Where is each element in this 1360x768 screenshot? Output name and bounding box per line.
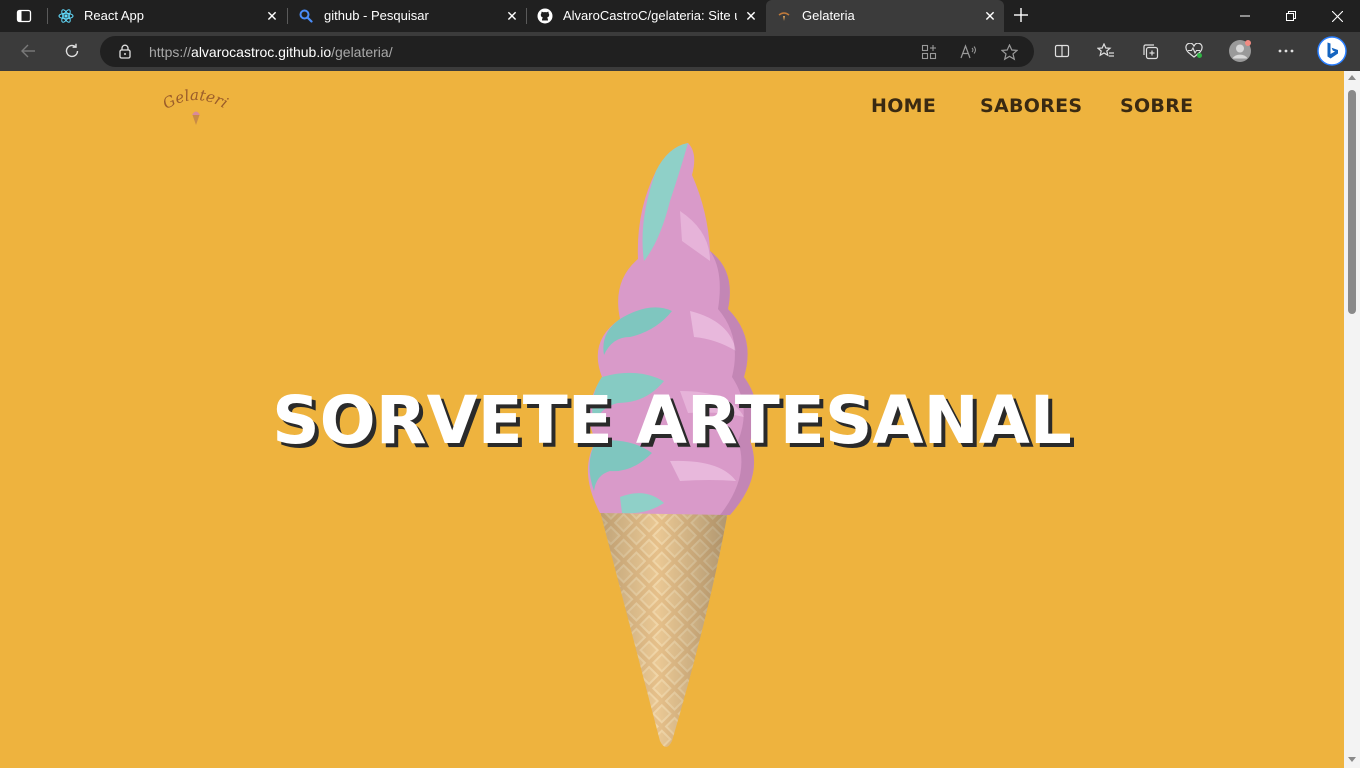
page-viewport: Gelateria HOME SABORES SOBRE [0,71,1344,768]
close-tab-icon[interactable]: ✕ [504,8,520,24]
tab-actions-icon [16,9,32,23]
tab-title: React App [84,8,144,23]
url-host: alvarocastroc.github.io [191,44,332,60]
heart-pulse-icon [1185,43,1203,58]
tab-gelateria[interactable]: Gelateria ✕ [766,0,1004,32]
url-text[interactable]: https://alvarocastroc.github.io/gelateri… [149,44,393,60]
back-button[interactable] [13,37,43,65]
refresh-icon [65,43,79,58]
restore-button[interactable] [1268,0,1314,32]
refresh-button[interactable] [57,37,87,65]
tab-react-app[interactable]: React App ✕ [48,0,286,32]
bing-icon [1317,36,1347,66]
nav-home[interactable]: HOME [871,95,936,117]
read-aloud-icon[interactable] [958,41,980,63]
tab-actions-button[interactable] [8,4,40,28]
scroll-thumb[interactable] [1348,90,1356,314]
plus-icon [1014,8,1028,22]
tab-github-search[interactable]: github - Pesquisar ✕ [288,0,526,32]
github-icon [537,8,553,24]
close-window-button[interactable] [1314,0,1360,32]
minimize-button[interactable] [1222,0,1268,32]
search-icon [298,8,314,24]
minimize-icon [1240,15,1250,17]
page-scrollbar[interactable] [1344,71,1360,768]
scroll-down-arrow-icon[interactable] [1348,757,1356,762]
lock-icon[interactable] [118,44,132,59]
url-prefix: https:// [149,44,192,60]
close-icon [1331,10,1343,22]
restore-icon [1286,11,1296,21]
avatar [1229,40,1251,62]
collections-icon [1142,43,1158,59]
gelateria-logo[interactable]: Gelateria [160,85,232,129]
svg-text:Gelateria: Gelateria [160,85,231,113]
back-arrow-icon [21,44,35,58]
split-screen-icon [1054,44,1070,58]
tab-title: AlvaroCastroC/gelateria: Site usa [563,8,737,23]
address-bar[interactable]: https://alvarocastroc.github.io/gelateri… [100,36,1034,67]
gelateria-logo-image: Gelateria [160,85,231,125]
browser-toolbar: https://alvarocastroc.github.io/gelateri… [0,32,1360,71]
nav-sobre[interactable]: SOBRE [1120,95,1193,117]
favorite-star-icon[interactable] [998,41,1020,63]
split-screen-button[interactable] [1047,37,1077,65]
react-icon [58,8,74,24]
nav-sabores[interactable]: SABORES [980,95,1082,117]
url-path: /gelateria/ [331,44,393,60]
collections-button[interactable] [1135,37,1165,65]
app-available-icon[interactable] [918,41,940,63]
browser-tab-strip: React App ✕ github - Pesquisar ✕ AlvaroC… [0,0,1360,32]
profile-button[interactable] [1225,37,1255,65]
tab-title: github - Pesquisar [324,8,429,23]
settings-more-button[interactable] [1271,37,1301,65]
gelateria-favicon [776,8,792,24]
close-tab-icon[interactable]: ✕ [743,8,759,24]
close-tab-icon[interactable]: ✕ [982,8,998,24]
more-dots-icon [1278,49,1294,53]
favorites-icon [1097,43,1114,57]
new-tab-button[interactable] [1008,4,1034,28]
bing-copilot-button[interactable] [1316,35,1348,67]
close-tab-icon[interactable]: ✕ [264,8,280,24]
tab-title: Gelateria [802,8,855,23]
tab-github-repo[interactable]: AlvaroCastroC/gelateria: Site usa ✕ [527,0,765,32]
scroll-up-arrow-icon[interactable] [1348,75,1356,80]
hero-title: SORVETE ARTESANAL [272,382,1072,459]
favorites-button[interactable] [1091,37,1121,65]
browser-essentials-button[interactable] [1179,37,1209,65]
